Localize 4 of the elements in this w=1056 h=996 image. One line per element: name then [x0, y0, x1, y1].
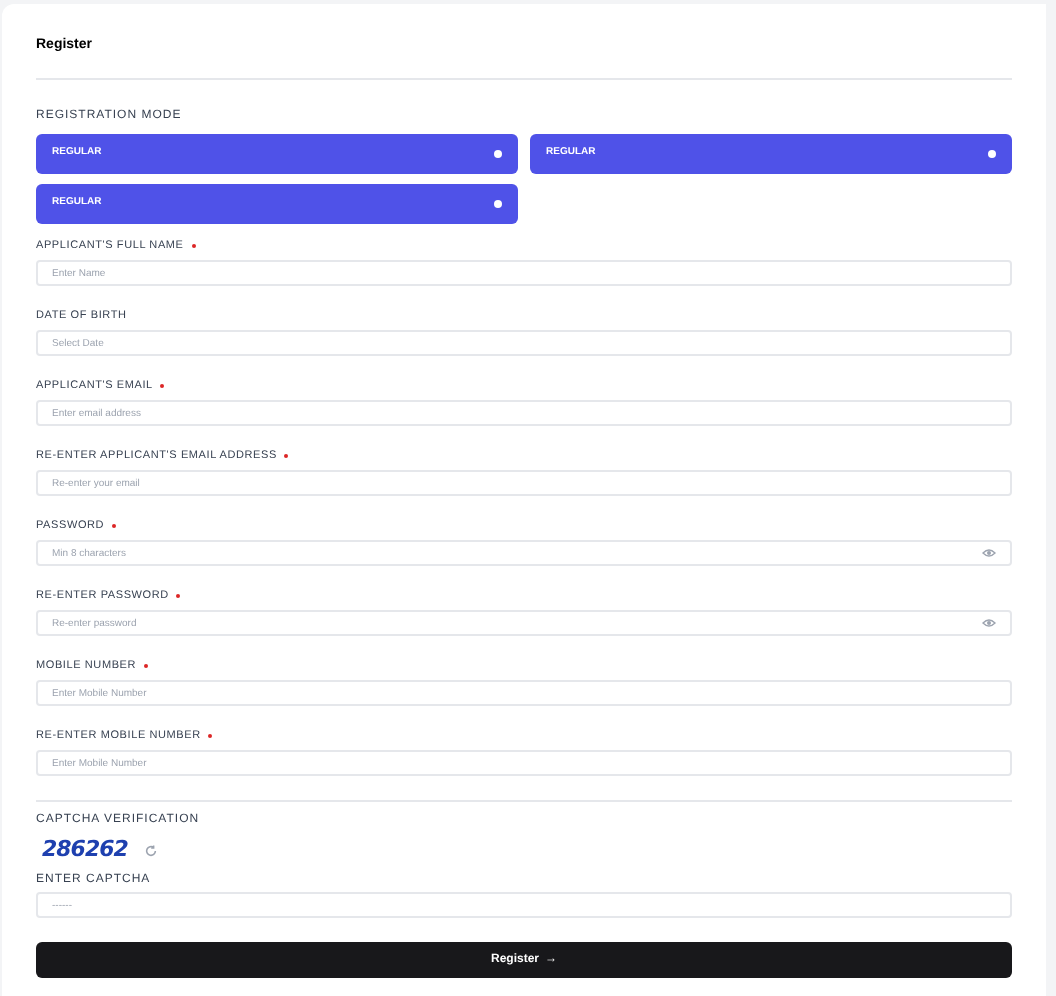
eye-icon[interactable] — [982, 548, 996, 558]
eye-icon[interactable] — [982, 618, 996, 628]
refresh-icon[interactable] — [143, 843, 158, 857]
captcha-code: 286262 — [42, 836, 128, 864]
